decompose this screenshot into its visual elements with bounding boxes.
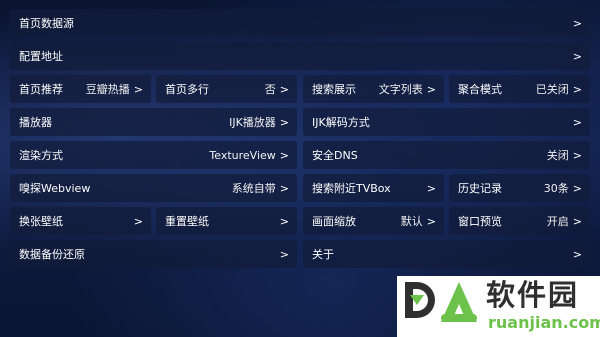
- chevron-right-icon: >: [426, 82, 436, 96]
- download-arrow-icon: [410, 295, 424, 305]
- backup-restore-label: 数据备份还原: [19, 248, 85, 261]
- home-source-item[interactable]: 首页数据源 >: [10, 9, 590, 37]
- render-mode-value: TextureView: [209, 148, 276, 162]
- home-recommend-value: 豆瓣热播: [85, 83, 130, 96]
- render-mode-label: 渲染方式: [19, 149, 63, 162]
- home-multiline-value: 否: [264, 83, 276, 96]
- aggregate-mode-value: 已关闭: [535, 83, 569, 96]
- history-item[interactable]: 历史记录 30条 >: [449, 174, 590, 202]
- screen-scale-item[interactable]: 画面缩放 默认 >: [303, 207, 444, 235]
- chevron-right-icon: >: [279, 82, 289, 96]
- chevron-right-icon: >: [133, 214, 143, 228]
- sniff-webview-label: 嗅探Webview: [19, 182, 91, 195]
- chevron-right-icon: >: [572, 16, 582, 30]
- history-value: 30条: [543, 182, 569, 195]
- sniff-webview-item[interactable]: 嗅探Webview 系统自带 >: [10, 174, 297, 202]
- player-item[interactable]: 播放器 IJK播放器 >: [10, 108, 297, 136]
- chevron-right-icon: >: [426, 181, 436, 195]
- chevron-right-icon: >: [572, 49, 582, 63]
- aggregate-mode-item[interactable]: 聚合模式 已关闭 >: [449, 75, 590, 103]
- chevron-right-icon: >: [572, 214, 582, 228]
- history-label: 历史记录: [458, 182, 502, 195]
- player-value: IJK播放器: [229, 116, 276, 129]
- aggregate-mode-label: 聚合模式: [458, 83, 502, 96]
- render-mode-item[interactable]: 渲染方式 TextureView >: [10, 141, 297, 169]
- watermark-brand: 软件园: [486, 278, 580, 312]
- secure-dns-item[interactable]: 安全DNS 关闭 >: [303, 141, 590, 169]
- player-label: 播放器: [19, 116, 52, 129]
- reset-wallpaper-item[interactable]: 重置壁纸 >: [156, 207, 297, 235]
- home-source-label: 首页数据源: [19, 17, 74, 30]
- chevron-right-icon: >: [279, 214, 289, 228]
- chevron-right-icon: >: [279, 247, 289, 261]
- secure-dns-value: 关闭: [546, 149, 569, 162]
- search-nearby-tvbox-label: 搜索附近TVBox: [312, 182, 391, 195]
- screen-scale-value: 默认: [400, 215, 423, 228]
- chevron-right-icon: >: [426, 214, 436, 228]
- search-display-item[interactable]: 搜索展示 文字列表 >: [303, 75, 444, 103]
- window-preview-label: 窗口预览: [458, 215, 502, 228]
- home-multiline-label: 首页多行: [165, 83, 209, 96]
- screen-scale-label: 画面缩放: [312, 215, 356, 228]
- about-item[interactable]: 关于 >: [303, 240, 590, 268]
- search-display-value: 文字列表: [378, 83, 423, 96]
- change-wallpaper-label: 换张壁纸: [19, 215, 63, 228]
- config-url-item[interactable]: 配置地址 >: [10, 42, 590, 70]
- chevron-right-icon: >: [279, 148, 289, 162]
- home-multiline-item[interactable]: 首页多行 否 >: [156, 75, 297, 103]
- watermark-logo: 软件园 ruanjian.com: [397, 276, 600, 337]
- search-display-label: 搜索展示: [312, 83, 356, 96]
- ijk-decode-label: IJK解码方式: [312, 116, 370, 129]
- home-recommend-label: 首页推荐: [19, 83, 63, 96]
- chevron-right-icon: >: [279, 115, 289, 129]
- home-recommend-item[interactable]: 首页推荐 豆瓣热播 >: [10, 75, 151, 103]
- chevron-right-icon: >: [133, 82, 143, 96]
- chevron-right-icon: >: [572, 148, 582, 162]
- chevron-right-icon: >: [279, 181, 289, 195]
- window-preview-item[interactable]: 窗口预览 开启 >: [449, 207, 590, 235]
- change-wallpaper-item[interactable]: 换张壁纸 >: [10, 207, 151, 235]
- chevron-right-icon: >: [572, 82, 582, 96]
- about-label: 关于: [312, 248, 334, 261]
- watermark-url: ruanjian.com: [488, 313, 600, 332]
- reset-wallpaper-label: 重置壁纸: [165, 215, 209, 228]
- config-url-label: 配置地址: [19, 50, 63, 63]
- sniff-webview-value: 系统自带: [231, 182, 276, 195]
- search-nearby-tvbox-item[interactable]: 搜索附近TVBox >: [303, 174, 444, 202]
- ijk-decode-item[interactable]: IJK解码方式 >: [303, 108, 590, 136]
- secure-dns-label: 安全DNS: [312, 149, 358, 162]
- window-preview-value: 开启: [546, 215, 569, 228]
- backup-restore-item[interactable]: 数据备份还原 >: [10, 240, 297, 268]
- gamepad-icon: [441, 314, 477, 322]
- chevron-right-icon: >: [572, 247, 582, 261]
- chevron-right-icon: >: [572, 115, 582, 129]
- chevron-right-icon: >: [572, 181, 582, 195]
